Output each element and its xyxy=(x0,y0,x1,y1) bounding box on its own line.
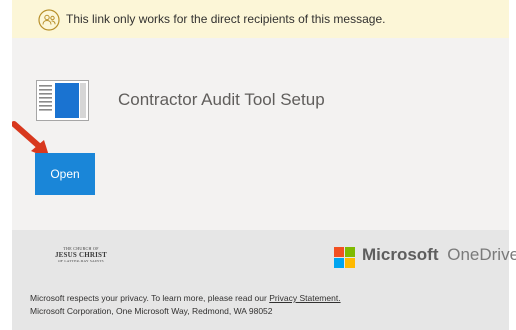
brand-name: Microsoft xyxy=(362,245,439,264)
recipient-notice-banner: This link only works for the direct reci… xyxy=(12,0,509,38)
company-address: Microsoft Corporation, One Microsoft Way… xyxy=(30,306,273,316)
microsoft-onedrive-wordmark: Microsoft OneDrive xyxy=(362,245,516,265)
privacy-statement-link[interactable]: Privacy Statement. xyxy=(269,293,340,303)
microsoft-logo-icon xyxy=(334,247,355,268)
open-button[interactable]: Open xyxy=(35,153,95,195)
church-logo: THE CHURCH OF JESUS CHRIST OF LATTER-DAY… xyxy=(54,246,107,263)
document-icon xyxy=(36,80,89,121)
notice-text: This link only works for the direct reci… xyxy=(66,12,386,26)
share-email-card: This link only works for the direct reci… xyxy=(11,0,516,330)
privacy-notice: Microsoft respects your privacy. To lear… xyxy=(30,292,341,318)
footer: THE CHURCH OF JESUS CHRIST OF LATTER-DAY… xyxy=(12,230,516,330)
product-name: OneDrive xyxy=(447,245,516,264)
file-name: Contractor Audit Tool Setup xyxy=(118,90,325,109)
restricted-people-icon xyxy=(38,9,60,31)
privacy-text: Microsoft respects your privacy. To lear… xyxy=(30,293,267,303)
